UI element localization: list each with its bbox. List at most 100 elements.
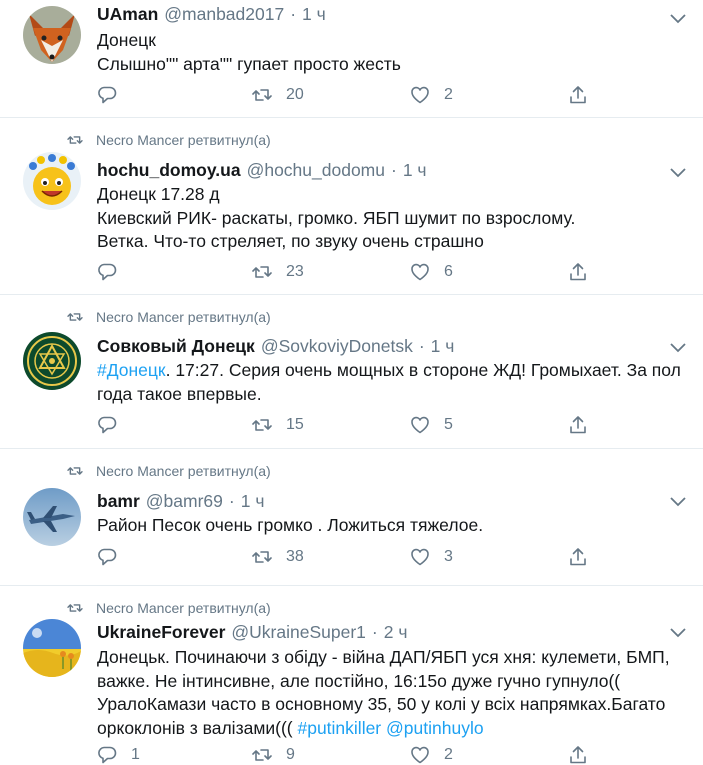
- tweet-line: Слышно"" арта"" гупает просто жесть: [97, 53, 401, 74]
- like-button[interactable]: 5: [410, 414, 453, 436]
- smiley-avatar[interactable]: [23, 152, 81, 210]
- tweet[interactable]: Necro Mancer ретвитнул(а) UkraineForever…: [0, 586, 703, 765]
- reply-button[interactable]: [97, 546, 131, 568]
- tweet-line: УралоКамази часто в основному 35, 50 у к…: [97, 694, 666, 714]
- action-bar: 1 9 2: [97, 744, 597, 765]
- action-bar: 15 5: [97, 414, 597, 436]
- share-button[interactable]: [568, 744, 588, 765]
- like-button[interactable]: 6: [410, 261, 453, 283]
- mention-link[interactable]: @putinhuylo: [386, 718, 484, 738]
- retweet-context: Necro Mancer ретвитнул(а): [67, 132, 271, 148]
- like-count: 6: [444, 263, 453, 280]
- action-bar: 23 6: [97, 261, 597, 283]
- timestamp[interactable]: 2 ч: [384, 622, 408, 643]
- tweet-text: #Донецк. 17:27. Серия очень мощных в сто…: [97, 359, 682, 406]
- retweet-context: Necro Mancer ретвитнул(а): [67, 309, 271, 325]
- chevron-down-icon[interactable]: [668, 495, 688, 509]
- retweeted-by-label[interactable]: Necro Mancer ретвитнул(а): [96, 309, 271, 325]
- tweet[interactable]: UAman @manbad2017 · 1 ч Донецк Слышно"" …: [0, 0, 703, 118]
- retweeted-by-label[interactable]: Necro Mancer ретвитнул(а): [96, 132, 271, 148]
- share-button[interactable]: [568, 84, 588, 106]
- author-handle[interactable]: @manbad2017: [164, 4, 284, 25]
- reply-button[interactable]: [97, 414, 131, 436]
- tweet-line: Донецк: [97, 30, 156, 50]
- like-button[interactable]: 3: [410, 546, 453, 568]
- like-count: 2: [444, 86, 453, 103]
- author-handle[interactable]: @SovkoviyDonetsk: [261, 336, 413, 357]
- author-name[interactable]: UkraineForever: [97, 622, 225, 643]
- chevron-down-icon[interactable]: [668, 166, 688, 180]
- retweet-icon: [252, 419, 272, 431]
- reply-icon: [98, 746, 117, 764]
- tweet[interactable]: Necro Mancer ретвитнул(а) Совковый Донец…: [0, 295, 703, 449]
- tweet[interactable]: Necro Mancer ретвитнул(а) hochu_domoy.ua…: [0, 118, 703, 295]
- retweet-count: 15: [286, 416, 304, 433]
- jet-avatar[interactable]: [23, 488, 81, 546]
- retweet-button[interactable]: 15: [252, 414, 304, 436]
- reply-icon: [98, 263, 117, 281]
- heart-icon: [411, 548, 429, 566]
- emblem-avatar[interactable]: [23, 332, 81, 390]
- tweet[interactable]: Necro Mancer ретвитнул(а) bamr @bamr69 ·…: [0, 449, 703, 586]
- tweet-line: Донецьк. Починаючи з обіду - війна ДАП/Я…: [97, 647, 670, 667]
- retweet-icon: [67, 467, 83, 475]
- author-name[interactable]: Совковый Донецк: [97, 336, 255, 357]
- retweet-icon: [67, 313, 83, 321]
- retweet-context: Necro Mancer ретвитнул(а): [67, 600, 271, 616]
- chevron-down-icon[interactable]: [668, 626, 688, 640]
- tweet-text: Донецк 17.28 д Киевский РИК- раскаты, гр…: [97, 183, 682, 254]
- hashtag-link[interactable]: #putinkiller: [297, 718, 381, 738]
- timestamp[interactable]: 1 ч: [431, 336, 455, 357]
- retweet-button[interactable]: 23: [252, 261, 304, 283]
- reply-button[interactable]: [97, 261, 131, 283]
- retweet-button[interactable]: 9: [252, 744, 295, 765]
- like-button[interactable]: 2: [410, 84, 453, 106]
- retweet-icon: [252, 551, 272, 563]
- tweet-line: Донецк 17.28 д: [97, 184, 220, 204]
- share-icon: [570, 416, 586, 434]
- retweet-button[interactable]: 20: [252, 84, 304, 106]
- retweet-button[interactable]: 38: [252, 546, 304, 568]
- tweet-line: года такое впервые.: [97, 383, 262, 404]
- retweeted-by-label[interactable]: Necro Mancer ретвитнул(а): [96, 463, 271, 479]
- author-name[interactable]: UAman: [97, 4, 158, 25]
- author-name[interactable]: bamr: [97, 491, 140, 512]
- like-button[interactable]: 2: [410, 744, 453, 765]
- share-button[interactable]: [568, 414, 588, 436]
- chevron-down-icon[interactable]: [668, 341, 688, 355]
- fox-avatar[interactable]: [23, 6, 81, 64]
- ukraine-field-avatar[interactable]: [23, 619, 81, 677]
- chevron-down-icon[interactable]: [668, 12, 688, 26]
- retweet-count: 20: [286, 86, 304, 103]
- author-handle[interactable]: @UkraineSuper1: [231, 622, 366, 643]
- tweet-text: Донецьк. Починаючи з обіду - війна ДАП/Я…: [97, 646, 682, 740]
- retweet-icon: [67, 136, 83, 144]
- reply-button[interactable]: 1: [97, 744, 140, 765]
- hashtag-link[interactable]: #Донецк: [97, 360, 166, 380]
- separator-dot: ·: [228, 491, 235, 511]
- timestamp[interactable]: 1 ч: [241, 491, 265, 512]
- retweet-count: 23: [286, 263, 304, 280]
- tweet-text: Донецк Слышно"" арта"" гупает просто жес…: [97, 29, 682, 76]
- retweet-icon: [252, 749, 272, 761]
- tweet-line: важке. Не інтинсивне, але постійно, 16:1…: [97, 670, 621, 691]
- reply-button[interactable]: [97, 84, 131, 106]
- author-handle[interactable]: @bamr69: [146, 491, 223, 512]
- author-name[interactable]: hochu_domoy.ua: [97, 160, 241, 181]
- share-button[interactable]: [568, 261, 588, 283]
- timestamp[interactable]: 1 ч: [302, 4, 326, 25]
- like-count: 3: [444, 548, 453, 565]
- reply-icon: [98, 416, 117, 434]
- author-handle[interactable]: @hochu_dodomu: [247, 160, 385, 181]
- tweet-text: Район Песок очень громко . Ложиться тяже…: [97, 514, 682, 538]
- like-count: 2: [444, 746, 453, 763]
- reply-icon: [98, 86, 117, 104]
- heart-icon: [411, 416, 429, 434]
- separator-dot: ·: [391, 160, 397, 180]
- retweet-icon: [252, 89, 272, 101]
- retweeted-by-label[interactable]: Necro Mancer ретвитнул(а): [96, 600, 271, 616]
- share-button[interactable]: [568, 546, 588, 568]
- reply-count: 1: [131, 746, 140, 763]
- timestamp[interactable]: 1 ч: [403, 160, 427, 181]
- tweet-line: Ветка. Что-то стреляет, по звуку очень с…: [97, 231, 484, 251]
